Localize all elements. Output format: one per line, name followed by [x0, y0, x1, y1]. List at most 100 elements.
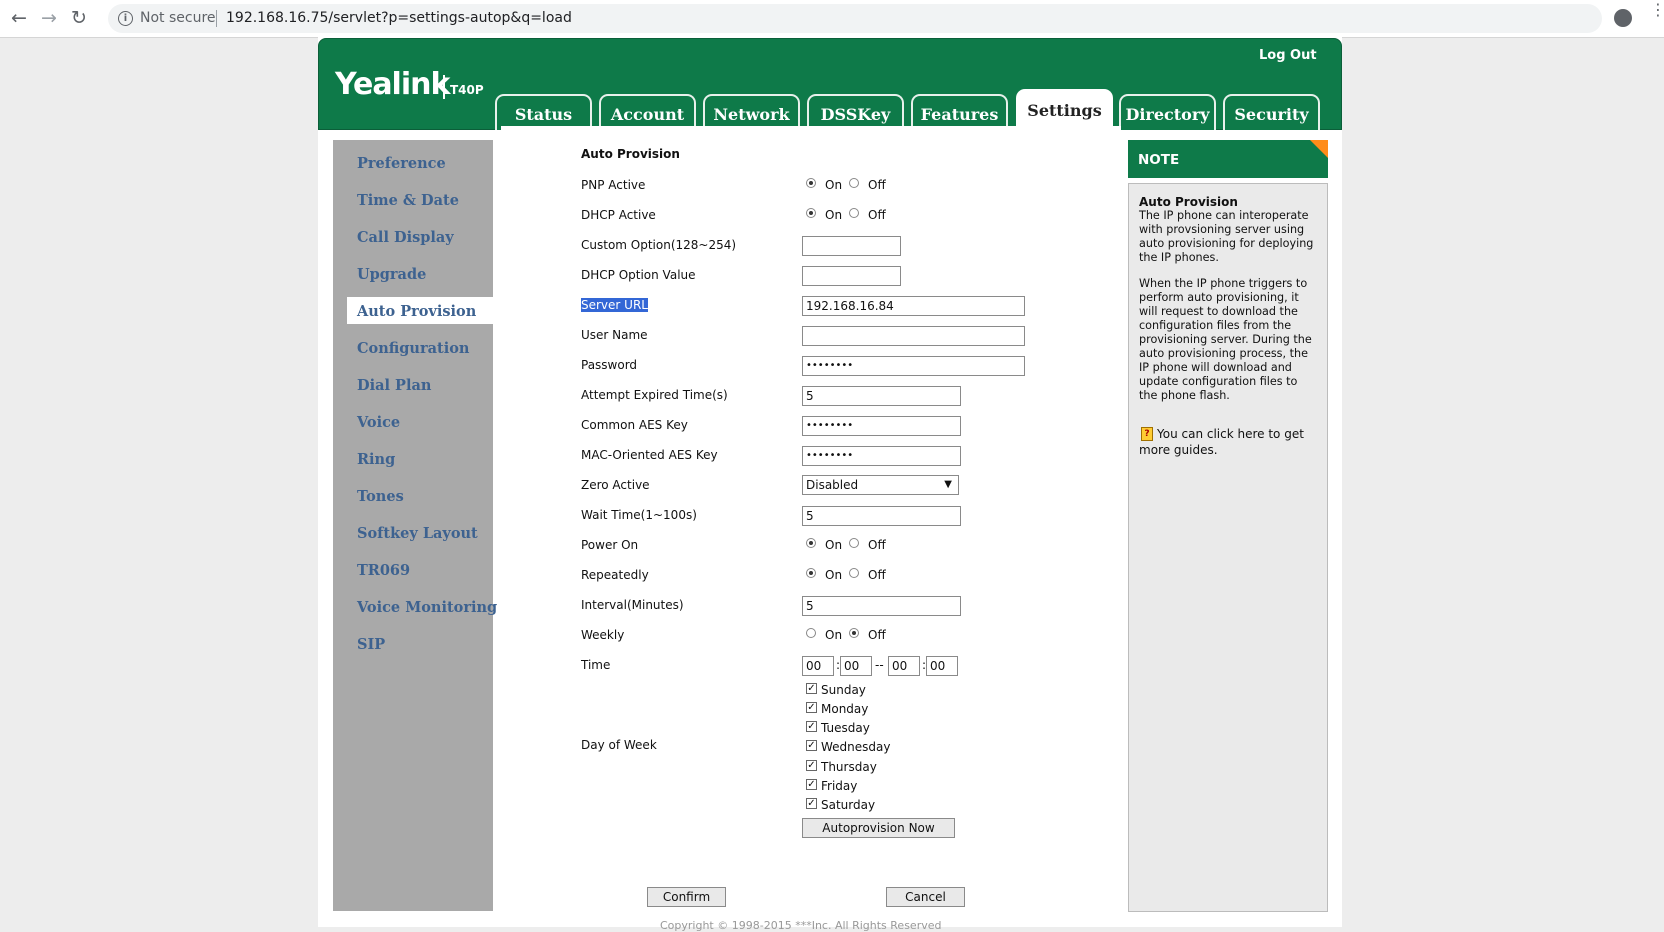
tab-account[interactable]: Account	[599, 94, 696, 130]
user-name-input[interactable]	[802, 326, 1025, 346]
back-arrow-icon[interactable]: ←	[8, 7, 30, 29]
zero-active-select[interactable]: Disabled ▼	[802, 475, 959, 495]
custom-option-input[interactable]	[802, 236, 901, 256]
sidebar-item-time-date[interactable]: Time & Date	[357, 192, 459, 209]
server-url-input[interactable]: 192.168.16.84	[802, 296, 1025, 316]
weekly-off-radio[interactable]	[849, 628, 859, 638]
logout-link[interactable]: Log Out	[1259, 48, 1317, 63]
repeatedly-on-radio[interactable]	[806, 568, 816, 578]
note-heading: NOTE	[1138, 152, 1180, 168]
sidebar-item-tones[interactable]: Tones	[357, 488, 404, 505]
browser-toolbar: ← → ↻ i Not secure 192.168.16.75/servlet…	[0, 0, 1664, 38]
sidebar-item-dial-plan[interactable]: Dial Plan	[357, 377, 431, 394]
pnp-active-on-radio[interactable]	[806, 178, 816, 188]
wednesday-checkbox[interactable]: ✓	[806, 740, 817, 751]
wednesday-label: Wednesday	[821, 740, 891, 754]
saturday-checkbox[interactable]: ✓	[806, 798, 817, 809]
interval-input[interactable]: 5	[802, 596, 961, 616]
forward-arrow-icon[interactable]: →	[38, 7, 60, 29]
sunday-checkbox[interactable]: ✓	[806, 683, 817, 694]
dhcp-active-on-radio[interactable]	[806, 208, 816, 218]
tab-dsskey[interactable]: DSSKey	[807, 94, 904, 130]
interval-label: Interval(Minutes)	[581, 598, 684, 612]
settings-sidebar: Preference Time & Date Call Display Upgr…	[333, 140, 499, 911]
friday-label: Friday	[821, 779, 858, 793]
dhcp-option-value-input[interactable]	[802, 266, 901, 286]
password-input[interactable]: ••••••••	[802, 356, 1025, 376]
tab-security[interactable]: Security	[1223, 94, 1320, 130]
wait-time-input[interactable]: 5	[802, 506, 961, 526]
note-paragraph-1: The IP phone can interoperate with provs…	[1139, 209, 1314, 264]
section-title: Auto Provision	[581, 147, 680, 161]
sidebar-item-call-display[interactable]: Call Display	[357, 229, 454, 246]
note-corner-flag	[1310, 140, 1328, 158]
time-end-minute-input[interactable]: 00	[926, 656, 958, 676]
reload-icon[interactable]: ↻	[68, 7, 90, 29]
sidebar-item-auto-provision[interactable]: Auto Provision	[357, 303, 476, 320]
pnp-active-off-radio[interactable]	[849, 178, 859, 188]
help-book-icon: ?	[1141, 427, 1153, 441]
sidebar-item-voice-monitoring[interactable]: Voice Monitoring	[357, 599, 497, 616]
account-avatar-icon[interactable]	[1614, 9, 1632, 27]
guide-link[interactable]: You can click here to get more guides.	[1139, 426, 1319, 458]
confirm-button[interactable]: Confirm	[647, 887, 726, 907]
sidebar-item-tr069[interactable]: TR069	[357, 562, 410, 579]
tab-settings[interactable]: Settings	[1016, 89, 1113, 130]
tab-directory[interactable]: Directory	[1119, 94, 1216, 130]
mac-aes-label: MAC-Oriented AES Key	[581, 448, 718, 462]
dhcp-active-off-radio[interactable]	[849, 208, 859, 218]
sidebar-item-preference[interactable]: Preference	[357, 155, 446, 172]
monday-checkbox[interactable]: ✓	[806, 702, 817, 713]
repeatedly-off-label: Off	[868, 568, 886, 582]
zero-active-value: Disabled	[806, 478, 859, 492]
security-label[interactable]: Not secure	[140, 10, 216, 26]
friday-checkbox[interactable]: ✓	[806, 779, 817, 790]
weekly-on-label: On	[825, 628, 843, 642]
weekly-on-radio[interactable]	[806, 628, 816, 638]
note-header: NOTE	[1128, 140, 1328, 178]
zero-active-label: Zero Active	[581, 478, 650, 492]
sidebar-item-upgrade[interactable]: Upgrade	[357, 266, 426, 283]
custom-option-label: Custom Option(128~254)	[581, 238, 737, 252]
autoprovision-now-button[interactable]: Autoprovision Now	[802, 818, 955, 838]
more-menu-icon[interactable]: ⋮	[1650, 2, 1664, 18]
tuesday-label: Tuesday	[821, 721, 870, 735]
user-name-label: User Name	[581, 328, 648, 342]
tuesday-checkbox[interactable]: ✓	[806, 721, 817, 732]
saturday-label: Saturday	[821, 798, 876, 812]
mac-aes-input[interactable]: ••••••••	[802, 446, 961, 466]
sidebar-item-configuration[interactable]: Configuration	[357, 340, 469, 357]
dhcp-active-label: DHCP Active	[581, 208, 656, 222]
power-on-on-radio[interactable]	[806, 538, 816, 548]
power-on-on-label: On	[825, 538, 843, 552]
common-aes-input[interactable]: ••••••••	[802, 416, 961, 436]
sidebar-item-voice[interactable]: Voice	[357, 414, 400, 431]
tab-network[interactable]: Network	[703, 94, 800, 130]
power-on-label: Power On	[581, 538, 639, 552]
url-separator	[216, 10, 217, 27]
thursday-checkbox[interactable]: ✓	[806, 760, 817, 771]
sidebar-item-ring[interactable]: Ring	[357, 451, 395, 468]
time-end-hour-input[interactable]: 00	[888, 656, 920, 676]
info-icon[interactable]: i	[118, 11, 133, 26]
address-bar[interactable]: i Not secure 192.168.16.75/servlet?p=set…	[108, 4, 1602, 33]
tab-features[interactable]: Features	[911, 94, 1008, 130]
power-on-off-radio[interactable]	[849, 538, 859, 548]
url-text[interactable]: 192.168.16.75/servlet?p=settings-autop&q…	[226, 10, 572, 26]
attempt-expired-input[interactable]: 5	[802, 386, 961, 406]
logo-divider	[443, 75, 445, 99]
dhcp-option-value-label: DHCP Option Value	[581, 268, 696, 282]
monday-label: Monday	[821, 702, 869, 716]
repeatedly-off-radio[interactable]	[849, 568, 859, 578]
time-start-minute-input[interactable]: 00	[840, 656, 872, 676]
cancel-button[interactable]: Cancel	[886, 887, 965, 907]
pnp-active-label: PNP Active	[581, 178, 646, 192]
sunday-label: Sunday	[821, 683, 866, 697]
day-of-week-label: Day of Week	[581, 738, 657, 752]
sidebar-item-sip[interactable]: SIP	[357, 636, 385, 653]
tab-status[interactable]: Status	[495, 94, 592, 130]
time-start-hour-input[interactable]: 00	[802, 656, 834, 676]
wait-time-label: Wait Time(1~100s)	[581, 508, 697, 522]
time-label: Time	[581, 658, 611, 672]
sidebar-item-softkey-layout[interactable]: Softkey Layout	[357, 525, 478, 542]
